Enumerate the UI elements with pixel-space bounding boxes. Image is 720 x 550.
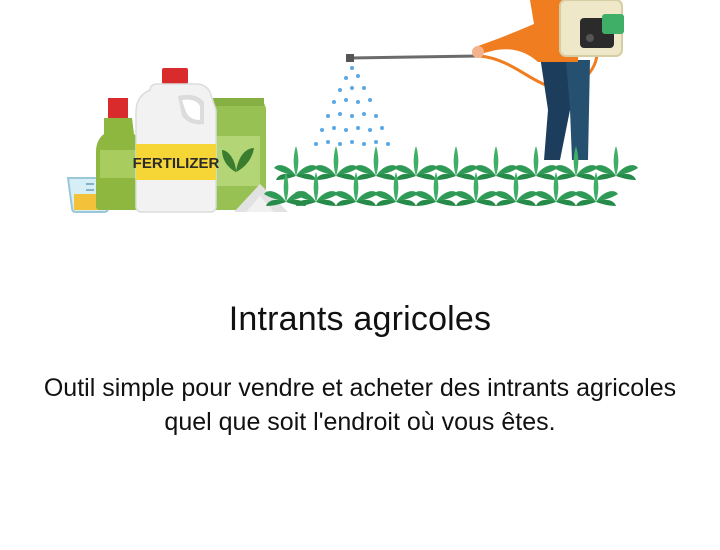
- spray-droplets-icon: [314, 66, 390, 146]
- green-bottle-icon: [96, 98, 142, 210]
- fertilizer-jug-icon: FERTILIZER: [133, 68, 220, 213]
- page-title: Intrants agricoles: [228, 300, 492, 338]
- page-description: Outil simple pour vendre et acheter des …: [43, 374, 677, 436]
- farmer-icon: [472, 0, 624, 160]
- hero-illustration: FERTILIZER: [66, 0, 638, 213]
- product-label: FERTILIZER: [133, 155, 220, 172]
